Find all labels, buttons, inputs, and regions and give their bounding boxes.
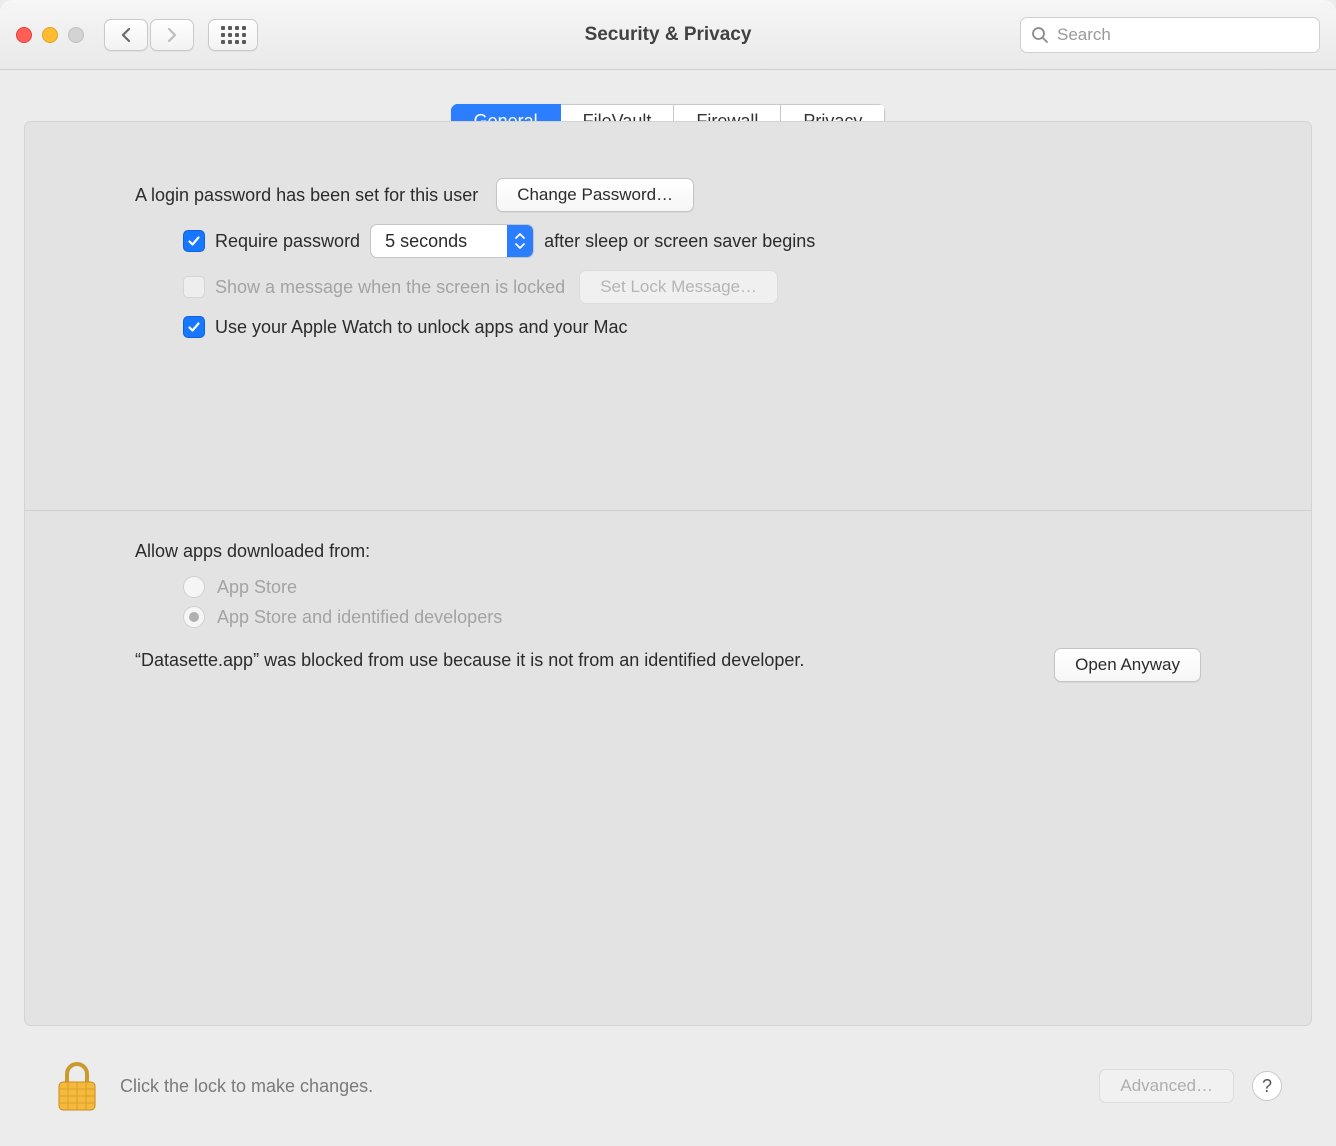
nav-buttons [104,19,194,51]
allow-appstore-label: App Store [217,577,297,598]
advanced-button[interactable]: Advanced… [1099,1069,1234,1103]
search-icon [1031,26,1049,44]
change-password-button[interactable]: Change Password… [496,178,694,212]
require-password-checkbox[interactable] [183,230,205,252]
allow-identified-label: App Store and identified developers [217,607,502,628]
require-password-suffix: after sleep or screen saver begins [544,231,815,252]
login-password-label: A login password has been set for this u… [135,185,478,206]
chevron-right-icon [166,27,178,43]
show-all-button[interactable] [208,19,258,51]
stepper-arrows-icon [507,225,533,257]
apple-watch-unlock-checkbox[interactable] [183,316,205,338]
content-area: General FileVault Firewall Privacy A log… [0,70,1336,1146]
blocked-app-message: “Datasette.app” was blocked from use bec… [135,648,1014,673]
footer: Click the lock to make changes. Advanced… [24,1026,1312,1146]
allow-identified-radio [183,606,205,628]
traffic-lights [16,27,84,43]
password-delay-value: 5 seconds [385,231,507,252]
forward-button[interactable] [150,19,194,51]
general-panel: A login password has been set for this u… [24,121,1312,1026]
zoom-window-button [68,27,84,43]
search-field[interactable] [1020,17,1320,53]
section-divider [25,510,1311,511]
password-delay-select[interactable]: 5 seconds [370,224,534,258]
chevron-left-icon [120,27,132,43]
check-icon [187,234,201,248]
toolbar: Security & Privacy [0,0,1336,70]
minimize-window-button[interactable] [42,27,58,43]
lock-hint-label: Click the lock to make changes. [120,1076,373,1097]
search-input[interactable] [1057,25,1309,45]
close-window-button[interactable] [16,27,32,43]
grid-icon [221,26,246,44]
prefs-window: Security & Privacy General FileVault Fir… [0,0,1336,1146]
allow-apps-heading: Allow apps downloaded from: [135,541,1201,562]
lock-icon[interactable] [54,1058,100,1114]
open-anyway-button[interactable]: Open Anyway [1054,648,1201,682]
back-button[interactable] [104,19,148,51]
check-icon [187,320,201,334]
allow-appstore-radio [183,576,205,598]
show-lock-message-label: Show a message when the screen is locked [215,277,565,298]
help-button[interactable]: ? [1252,1071,1282,1101]
require-password-label: Require password [215,231,360,252]
set-lock-message-button: Set Lock Message… [579,270,778,304]
show-lock-message-checkbox [183,276,205,298]
apple-watch-unlock-label: Use your Apple Watch to unlock apps and … [215,317,628,338]
